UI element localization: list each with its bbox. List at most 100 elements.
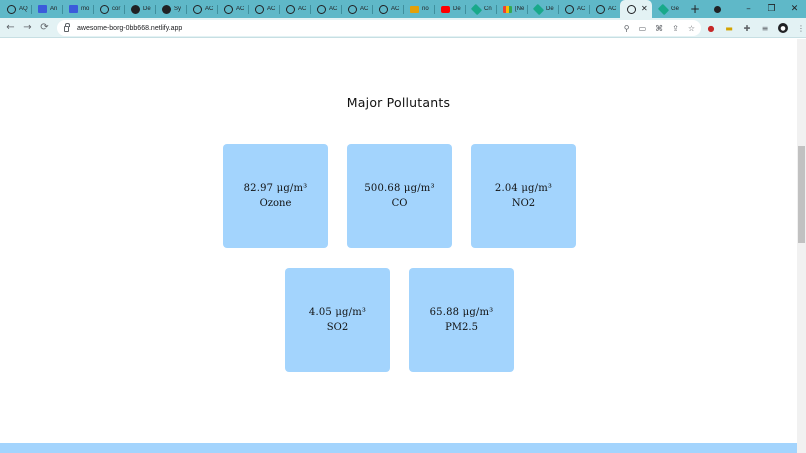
diamond-icon [657, 3, 670, 15]
browser-tab[interactable]: Cn [465, 0, 496, 18]
pollutant-name: SO2 [326, 322, 349, 333]
globe-icon [255, 4, 264, 14]
globe-icon [348, 4, 357, 14]
reload-icon[interactable]: ⟳ [36, 18, 53, 38]
bookmark-star-icon[interactable]: ☆ [688, 24, 695, 33]
tab-title: De [453, 6, 461, 12]
pollutant-value: 4.05 μg/m³ [308, 307, 367, 318]
back-arrow-icon[interactable]: ← [2, 18, 19, 38]
url-text[interactable]: awesome-borg-0bb668.netlify.app [77, 25, 182, 32]
tab-title: AC [236, 6, 245, 12]
extensions-area: ● ▬ ✚ ≡ ● ⋮ [706, 18, 806, 38]
location-pin-icon[interactable]: ⚲ [624, 24, 630, 33]
browser-toolbar: ← → ⟳ awesome-borg-0bb668.netlify.app ⚲ … [0, 18, 806, 38]
browser-tab[interactable]: AC [341, 0, 372, 18]
browser-tab[interactable]: AC [372, 0, 403, 18]
minimize-button[interactable]: – [737, 0, 760, 18]
pollutant-card-so2: 4.05 μg/m³ SO2 [285, 268, 390, 372]
tab-title: AC [267, 6, 276, 12]
browser-tab[interactable]: De [124, 0, 155, 18]
reading-list-icon[interactable]: ≡ [760, 23, 770, 33]
section-title: Major Pollutants [346, 95, 451, 110]
pollutant-value: 65.88 μg/m³ [429, 307, 494, 318]
pollutant-name: PM2.5 [445, 322, 478, 333]
browser-tab[interactable]: AC [589, 0, 620, 18]
pollutant-card-co: 500.68 μg/m³ CO [347, 144, 452, 248]
tab-title: AC [205, 6, 214, 12]
browser-tab[interactable]: AC [310, 0, 341, 18]
share-icon[interactable]: ⇪ [672, 24, 679, 33]
profile-avatar[interactable]: ● [778, 23, 788, 33]
tab-title: Sy [174, 6, 182, 12]
footer-band [0, 443, 797, 453]
close-window-button[interactable]: ✕ [783, 0, 806, 18]
tab-title: mo [81, 6, 90, 12]
globe-icon [596, 4, 605, 14]
browser-tab[interactable]: AC [558, 0, 589, 18]
tab-search-icon[interactable] [714, 5, 721, 13]
tab-title: AC [298, 6, 307, 12]
globe-icon [224, 4, 233, 14]
browser-tab-active[interactable]: ✕ [620, 0, 652, 18]
tab-strip: AQ An mo cor De Sy AC AC AC AC AC AC AC … [0, 0, 806, 18]
extensions-puzzle-icon[interactable]: ✚ [742, 23, 752, 33]
extension-bug-icon[interactable]: ● [706, 23, 716, 33]
extension-badge-icon[interactable]: ▬ [724, 23, 734, 33]
browser-tab[interactable]: An [31, 0, 62, 18]
page-scrollbar[interactable] [797, 39, 806, 453]
globe-icon [193, 4, 202, 14]
new-tab-button[interactable]: + [686, 0, 704, 18]
translate-icon [38, 5, 47, 13]
browser-tab[interactable]: De [527, 0, 558, 18]
browser-tab[interactable]: AC [279, 0, 310, 18]
pollutant-card-pm25: 65.88 μg/m³ PM2.5 [409, 268, 514, 372]
tab-title: AC [329, 6, 338, 12]
browser-tab[interactable]: no [403, 0, 434, 18]
pollutant-value: 2.04 μg/m³ [494, 183, 553, 194]
address-bar[interactable]: awesome-borg-0bb668.netlify.app ⚲ ▭ ⌘ ⇪ … [57, 20, 701, 36]
scrollbar-thumb[interactable] [798, 146, 805, 243]
browser-tab[interactable]: AC [248, 0, 279, 18]
tab-title: AQ [19, 6, 28, 12]
browser-tab[interactable]: mo [62, 0, 93, 18]
browser-tab[interactable]: [Ne [496, 0, 527, 18]
forward-arrow-icon[interactable]: → [19, 18, 36, 38]
tab-title: [Ne [515, 6, 525, 12]
web-page: Major Pollutants 82.97 μg/m³ Ozone 500.6… [0, 39, 797, 453]
pollutant-name: Ozone [259, 198, 292, 209]
browser-tab[interactable]: AC [217, 0, 248, 18]
tab-title: De [143, 6, 151, 12]
browser-tab[interactable]: cor [93, 0, 124, 18]
pollutant-name: CO [391, 198, 408, 209]
browser-tab[interactable]: AQ [0, 0, 31, 18]
globe-icon [286, 4, 295, 14]
restore-button[interactable]: ❐ [760, 0, 783, 18]
tab-title: Ge [671, 6, 680, 12]
folder-icon [410, 5, 419, 13]
browser-menu-icon[interactable]: ⋮ [796, 23, 806, 33]
lock-icon[interactable] [64, 23, 70, 32]
gmail-icon [503, 5, 512, 13]
globe-icon [100, 4, 109, 14]
tab-title: AC [391, 6, 400, 12]
tab-title: De [546, 6, 554, 12]
browser-tab[interactable]: De [434, 0, 465, 18]
qr-code-icon[interactable]: ⌘ [655, 24, 663, 33]
pollutant-card-ozone: 82.97 μg/m³ Ozone [223, 144, 328, 248]
github-icon [162, 4, 171, 14]
tab-title: cor [112, 6, 121, 12]
globe-icon [565, 4, 574, 14]
cast-icon[interactable]: ▭ [639, 24, 647, 33]
globe-icon [317, 4, 326, 14]
browser-tab[interactable]: AC [186, 0, 217, 18]
tab-title: AC [360, 6, 369, 12]
translate-icon [69, 5, 78, 13]
youtube-icon [441, 5, 450, 13]
browser-tab[interactable]: Ge [652, 0, 683, 18]
dev-icon [131, 4, 140, 14]
close-tab-icon[interactable]: ✕ [641, 5, 648, 13]
window-controls: – ❐ ✕ [714, 0, 806, 18]
pollutant-value: 82.97 μg/m³ [243, 183, 308, 194]
tab-title: AC [608, 6, 617, 12]
browser-tab[interactable]: Sy [155, 0, 186, 18]
